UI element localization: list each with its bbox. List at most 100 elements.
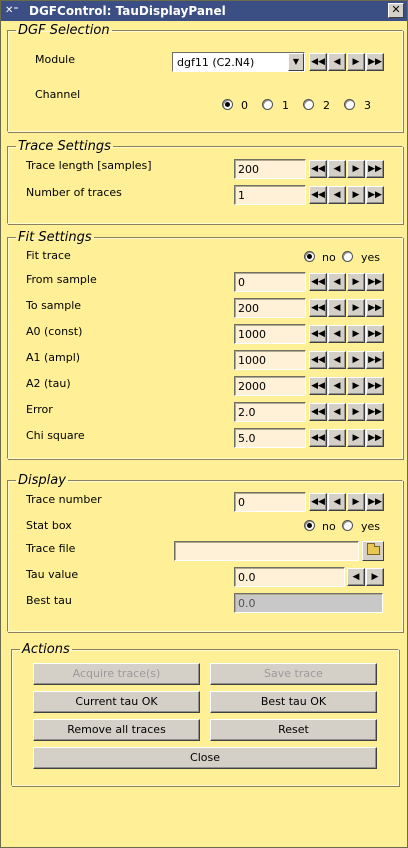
prev-icon[interactable]: ◀ (328, 273, 346, 291)
next-icon[interactable]: ▶ (347, 377, 365, 395)
title-bar[interactable]: ✕⁼ DGFControl: TauDisplayPanel ✕ (1, 1, 407, 21)
stat-box-no-label: no (322, 520, 336, 533)
last-icon[interactable]: ▶▶ (366, 325, 384, 343)
last-icon[interactable]: ▶▶ (366, 403, 384, 421)
first-icon[interactable]: ◀◀ (309, 53, 327, 71)
error-nav: ◀◀ ◀ ▶ ▶▶ (309, 403, 384, 421)
stat-box-yes-radio[interactable] (342, 520, 353, 531)
stat-box-label: Stat box (26, 519, 72, 532)
last-icon[interactable]: ▶▶ (366, 299, 384, 317)
trace-file-input[interactable] (174, 541, 359, 561)
tau-display-panel-window: ✕⁼ DGFControl: TauDisplayPanel ✕ DGF Sel… (0, 0, 408, 848)
channel-label-1: 1 (282, 99, 289, 112)
next-icon[interactable]: ▶ (347, 429, 365, 447)
module-label: Module (35, 53, 75, 66)
first-icon[interactable]: ◀◀ (309, 351, 327, 369)
fit-trace-yes-radio[interactable] (342, 251, 353, 262)
next-icon[interactable]: ▶ (347, 351, 365, 369)
a0-input[interactable]: 1000 (234, 324, 306, 344)
module-select[interactable]: dgf11 (C2.N4) ▼ (172, 52, 305, 72)
trace-settings-group: Trace Settings (7, 140, 403, 224)
window-close-button[interactable]: ✕ (388, 3, 404, 18)
trace-file-label: Trace file (26, 542, 76, 555)
first-icon[interactable]: ◀◀ (309, 186, 327, 204)
channel-label-0: 0 (241, 99, 248, 112)
next-icon[interactable]: ▶ (347, 186, 365, 204)
window-menu-icon[interactable]: ✕⁼ (5, 4, 25, 18)
last-icon[interactable]: ▶▶ (366, 160, 384, 178)
channel-label-3: 3 (364, 99, 371, 112)
last-icon[interactable]: ▶▶ (366, 186, 384, 204)
last-icon[interactable]: ▶▶ (366, 351, 384, 369)
from-sample-input[interactable]: 0 (234, 272, 306, 292)
channel-radio-2[interactable] (303, 99, 314, 110)
best-tau-ok-button[interactable]: Best tau OK (210, 691, 377, 713)
last-icon[interactable]: ▶▶ (366, 377, 384, 395)
prev-icon[interactable]: ◀ (328, 377, 346, 395)
acquire-traces-button[interactable]: Acquire trace(s) (33, 663, 200, 685)
error-input[interactable]: 2.0 (234, 402, 306, 422)
first-icon[interactable]: ◀◀ (309, 403, 327, 421)
module-select-value: dgf11 (C2.N4) (177, 56, 255, 69)
last-icon[interactable]: ▶▶ (366, 493, 384, 511)
channel-radio-0[interactable] (222, 99, 233, 110)
next-icon[interactable]: ▶ (347, 273, 365, 291)
channel-label: Channel (35, 88, 81, 101)
close-button[interactable]: Close (33, 747, 377, 769)
prev-icon[interactable]: ◀ (328, 403, 346, 421)
trace-length-input[interactable]: 200 (234, 159, 306, 179)
first-icon[interactable]: ◀◀ (309, 299, 327, 317)
trace-number-nav: ◀◀ ◀ ▶ ▶▶ (309, 493, 384, 511)
next-icon[interactable]: ▶ (347, 403, 365, 421)
next-icon[interactable]: ▶ (347, 325, 365, 343)
channel-radio-3[interactable] (344, 99, 355, 110)
prev-icon[interactable]: ◀ (328, 351, 346, 369)
tau-value-input[interactable]: 0.0 (234, 567, 345, 587)
a2-input[interactable]: 2000 (234, 376, 306, 396)
prev-icon[interactable]: ◀ (328, 493, 346, 511)
fit-trace-no-radio[interactable] (304, 251, 315, 262)
best-tau-label: Best tau (26, 594, 72, 607)
last-icon[interactable]: ▶▶ (366, 53, 384, 71)
channel-radio-1[interactable] (262, 99, 273, 110)
next-icon[interactable]: ▶ (347, 493, 365, 511)
last-icon[interactable]: ▶▶ (366, 429, 384, 447)
to-sample-input[interactable]: 200 (234, 298, 306, 318)
chi-square-input[interactable]: 5.0 (234, 428, 306, 448)
prev-icon[interactable]: ◀ (328, 299, 346, 317)
prev-icon[interactable]: ◀ (328, 160, 346, 178)
reset-button[interactable]: Reset (210, 719, 377, 741)
next-icon[interactable]: ▶ (347, 53, 365, 71)
a1-label: A1 (ampl) (26, 351, 81, 364)
current-tau-ok-button[interactable]: Current tau OK (33, 691, 200, 713)
num-traces-nav: ◀◀ ◀ ▶ ▶▶ (309, 186, 384, 204)
chi-square-label: Chi square (26, 429, 85, 442)
prev-icon[interactable]: ◀ (328, 186, 346, 204)
first-icon[interactable]: ◀◀ (309, 160, 327, 178)
prev-icon[interactable]: ◀ (328, 429, 346, 447)
remove-all-traces-button[interactable]: Remove all traces (33, 719, 200, 741)
num-traces-label: Number of traces (26, 186, 122, 199)
best-tau-value: 0.0 (234, 593, 383, 613)
a1-input[interactable]: 1000 (234, 350, 306, 370)
first-icon[interactable]: ◀◀ (309, 325, 327, 343)
first-icon[interactable]: ◀◀ (309, 429, 327, 447)
first-icon[interactable]: ◀◀ (309, 273, 327, 291)
num-traces-input[interactable]: 1 (234, 185, 306, 205)
chevron-down-icon[interactable]: ▼ (288, 53, 304, 71)
first-icon[interactable]: ◀◀ (309, 377, 327, 395)
save-trace-button[interactable]: Save trace (210, 663, 377, 685)
stat-box-no-radio[interactable] (304, 520, 315, 531)
prev-icon[interactable]: ◀ (328, 325, 346, 343)
prev-icon[interactable]: ◀ (328, 53, 346, 71)
prev-icon[interactable]: ◀ (347, 568, 365, 586)
browse-file-button[interactable] (362, 541, 384, 561)
next-icon[interactable]: ▶ (347, 160, 365, 178)
trace-settings-legend: Trace Settings (18, 139, 111, 154)
last-icon[interactable]: ▶▶ (366, 273, 384, 291)
first-icon[interactable]: ◀◀ (309, 493, 327, 511)
trace-number-input[interactable]: 0 (234, 492, 306, 512)
next-icon[interactable]: ▶ (347, 299, 365, 317)
next-icon[interactable]: ▶ (366, 568, 384, 586)
chi-square-nav: ◀◀ ◀ ▶ ▶▶ (309, 429, 384, 447)
